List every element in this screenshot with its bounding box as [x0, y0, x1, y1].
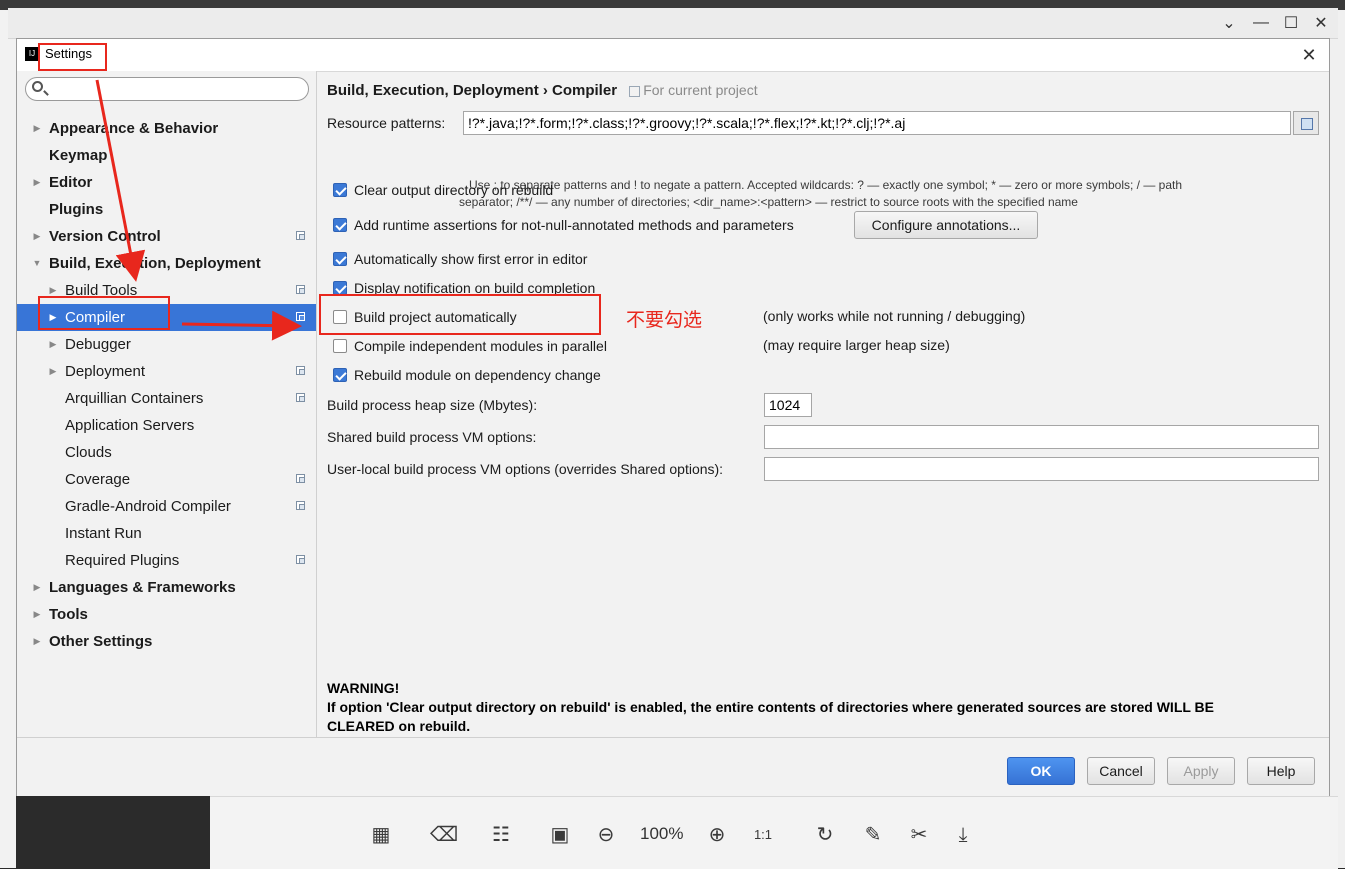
layout-icon[interactable]: ▦ [368, 822, 394, 848]
translate-icon[interactable]: ☷ [488, 822, 514, 848]
zoom-level: 100% [640, 824, 684, 843]
download-icon[interactable]: ⤓ [950, 822, 976, 848]
crop-icon[interactable]: ✂ [906, 822, 932, 848]
arrow-to-compiler [95, 79, 146, 282]
edit-icon[interactable]: ✎ [860, 822, 886, 848]
annotation-arrows [95, 79, 302, 341]
fit-text-icon[interactable]: ⌫ [430, 822, 458, 848]
arrow-to-build-auto [181, 310, 302, 341]
rotate-icon[interactable]: ↻ [812, 822, 838, 848]
zoom-out-icon[interactable]: ⊖ [593, 822, 619, 848]
image-viewer-toolbar: ▦ ⌫ ☷ ▣ ⊖ 100% ⊕ 1:1 ↻ ✎ ✂ ⤓ [210, 796, 1338, 869]
actual-size-icon[interactable]: 1:1 [750, 822, 776, 848]
zoom-in-icon[interactable]: ⊕ [704, 822, 730, 848]
fullscreen-icon[interactable]: ▣ [547, 822, 573, 848]
